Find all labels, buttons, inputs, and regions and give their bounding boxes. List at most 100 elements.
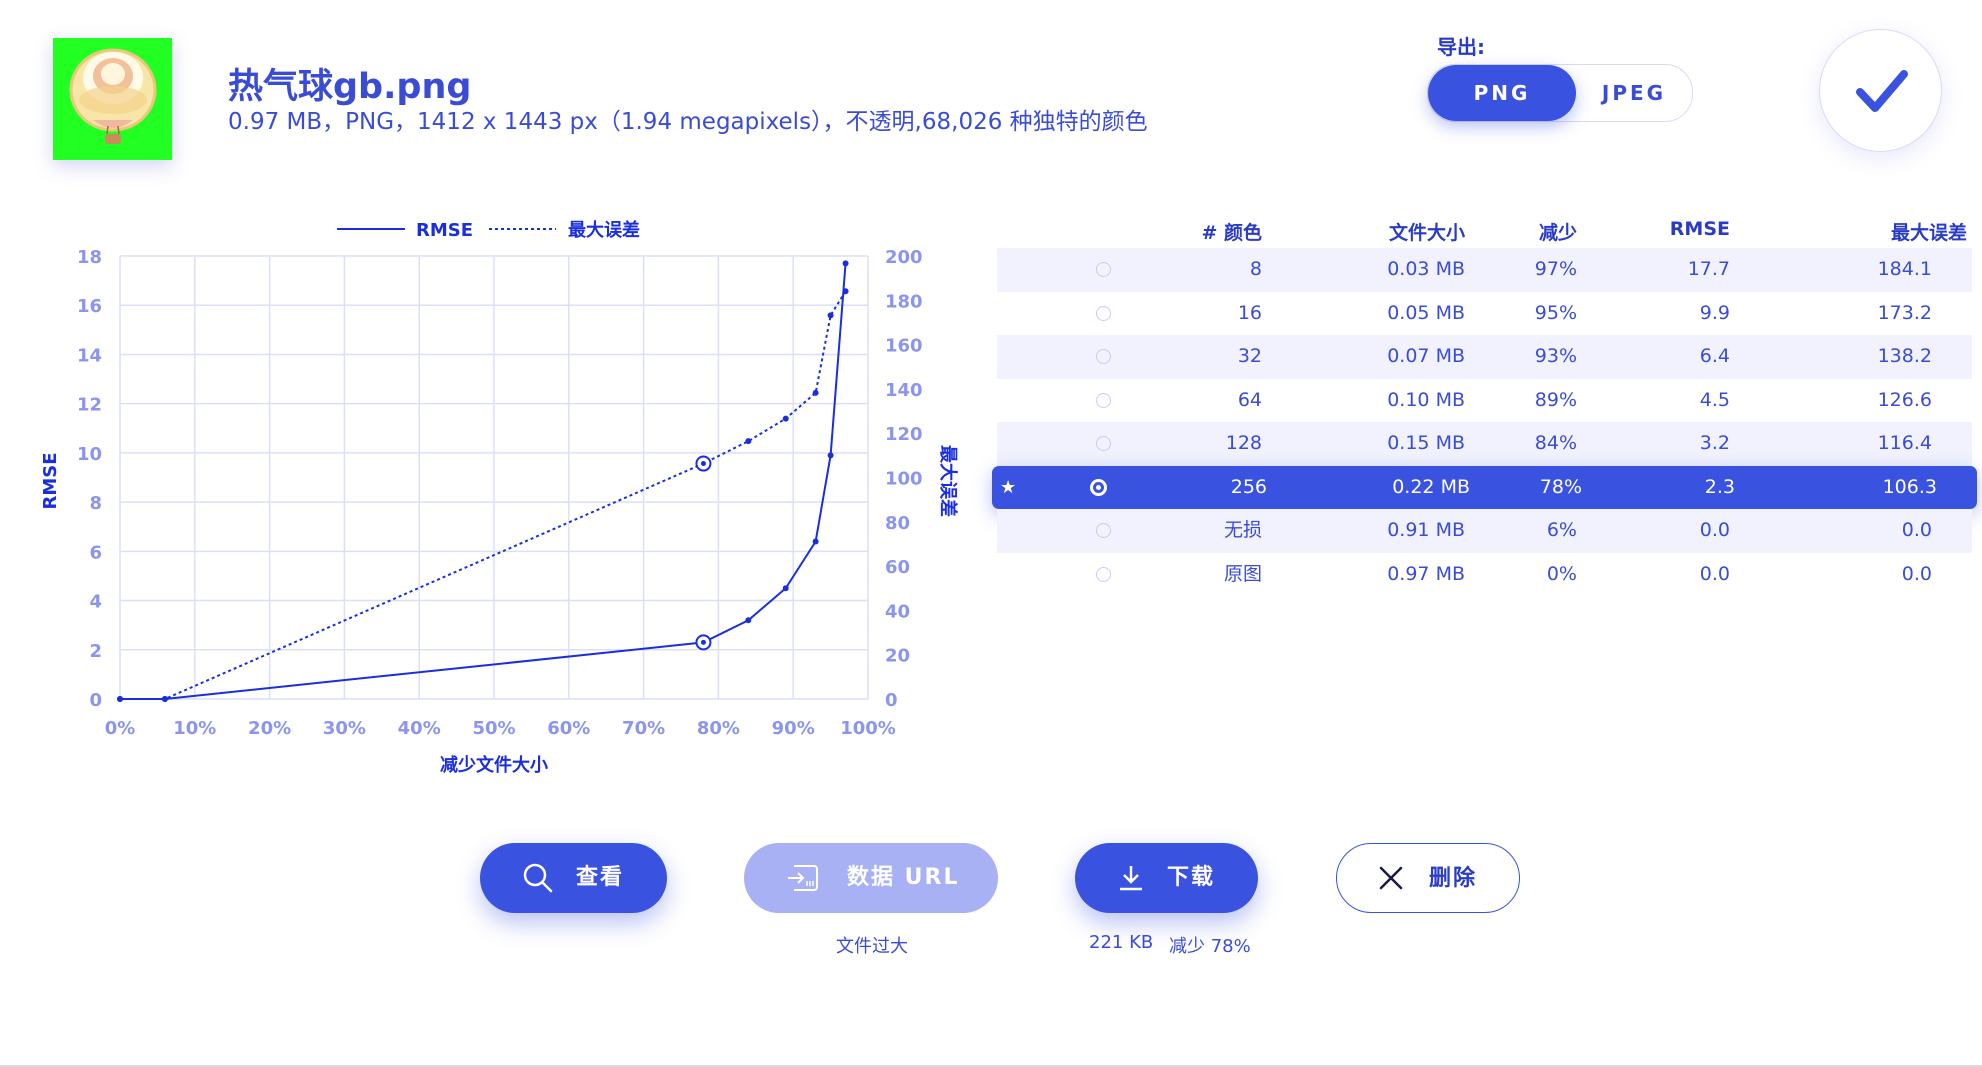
header-reduction: 减少 — [1538, 222, 1577, 244]
y2-tick-label: 20 — [885, 646, 910, 667]
series-line-max-error — [120, 290, 847, 700]
cell-file-size: 0.91 MB — [1387, 519, 1465, 541]
checkmark-icon — [1856, 70, 1908, 112]
import-icon — [788, 865, 818, 891]
y2-tick-label: 120 — [885, 424, 923, 445]
header-file-size: 文件大小 — [1388, 222, 1465, 244]
cell-rmse: 0.0 — [1699, 519, 1730, 541]
legend-rmse-label: RMSE — [416, 220, 473, 241]
data-point — [745, 438, 752, 445]
format-toggle: PNG JPEG — [1427, 64, 1693, 122]
x-tick-label: 30% — [323, 718, 366, 739]
highlight-point — [700, 461, 706, 467]
cell-rmse: 9.9 — [1699, 301, 1730, 324]
hot-air-balloon-image — [69, 48, 157, 144]
cell-file-size: 0.05 MB — [1387, 301, 1465, 324]
data-point — [117, 696, 123, 702]
delete-button[interactable]: 删除 — [1336, 843, 1520, 913]
table-row[interactable]: 8 0.03 MB 97% 17.7 184.1 — [997, 248, 1972, 292]
row-radio[interactable] — [1096, 566, 1111, 582]
row-radio[interactable] — [1096, 349, 1111, 364]
cell-reduction: 78% — [1539, 475, 1582, 498]
cell-reduction: 84% — [1534, 432, 1577, 454]
cell-file-size: 0.10 MB — [1387, 388, 1465, 411]
y2-axis-label: 最大误差 — [937, 445, 959, 517]
cell-max-error: 116.4 — [1877, 432, 1932, 454]
y2-tick-label: 60 — [885, 557, 910, 578]
y2-tick-label: 80 — [885, 513, 910, 534]
cell-max-error: 126.6 — [1877, 388, 1932, 411]
y-tick-label: 4 — [89, 592, 102, 613]
download-size-note: 221 KB — [1089, 932, 1154, 953]
palette-table: # 颜色 文件大小 减少 RMSE 最大误差 8 0.03 MB 97% 17.7 18… — [992, 210, 1977, 597]
cell-reduction: 97% — [1534, 258, 1577, 280]
cell-reduction: 6% — [1546, 519, 1577, 541]
row-radio[interactable] — [1096, 305, 1111, 321]
table-row[interactable]: 原图 0.97 MB 0% 0.0 0.0 — [997, 553, 1972, 597]
table-body: 8 0.03 MB 97% 17.7 184.1 16 0.05 MB 95% 9.9 173.2… — [992, 248, 1977, 597]
chart-ticks: 0% 10% 20% 30% 40% 50% 60% 70% 80% 90% 100% 0 2 4 6 8 10… — [77, 247, 923, 739]
x-tick-label: 70% — [622, 718, 665, 739]
cell-rmse: 0.0 — [1699, 562, 1730, 585]
cell-reduction: 93% — [1534, 345, 1577, 367]
y2-tick-label: 200 — [885, 247, 923, 268]
row-radio[interactable] — [1096, 523, 1111, 538]
close-icon — [1379, 866, 1403, 890]
export-label: 导出: — [1437, 35, 1485, 59]
x-tick-label: 80% — [697, 718, 740, 739]
header-max-error: 最大误差 — [1890, 222, 1967, 244]
x-tick-label: 60% — [547, 718, 590, 739]
confirm-button[interactable] — [1819, 29, 1942, 152]
table-row[interactable]: 64 0.10 MB 89% 4.5 126.6 — [997, 379, 1972, 423]
download-button[interactable]: 下载 — [1075, 843, 1258, 913]
header-rmse: RMSE — [1669, 218, 1730, 240]
x-tick-label: 90% — [772, 718, 815, 739]
format-jpeg-button[interactable]: JPEG — [1576, 65, 1692, 121]
y-tick-label: 6 — [89, 542, 102, 563]
view-label: 查看 — [576, 865, 625, 890]
cell-colors: 64 — [1237, 388, 1262, 411]
y-axis-label: RMSE — [40, 452, 61, 509]
y2-tick-label: 100 — [885, 469, 923, 490]
data-point — [812, 538, 819, 545]
y2-tick-label: 40 — [885, 601, 910, 622]
y-tick-label: 8 — [89, 493, 102, 514]
cell-max-error: 138.2 — [1877, 345, 1932, 367]
data-url-button[interactable]: 数据 URL — [744, 843, 998, 913]
view-button[interactable]: 查看 — [480, 843, 667, 913]
row-radio[interactable] — [1090, 478, 1107, 496]
data-url-note: 文件过大 — [836, 936, 908, 957]
y-tick-label: 18 — [77, 247, 102, 268]
y-tick-label: 0 — [89, 690, 102, 711]
cell-rmse: 4.5 — [1699, 388, 1730, 411]
series-line-rmse — [120, 263, 847, 700]
format-png-button[interactable]: PNG — [1428, 65, 1576, 121]
data-url-label: 数据 URL — [847, 865, 960, 890]
x-tick-label: 0% — [105, 718, 136, 739]
cell-file-size: 0.07 MB — [1387, 345, 1465, 367]
table-row[interactable]: ★ 256 0.22 MB 78% 2.3 106.3 — [992, 465, 1977, 509]
x-tick-label: 100% — [840, 718, 896, 739]
x-axis-label: 减少文件大小 — [440, 754, 548, 776]
cell-file-size: 0.97 MB — [1387, 562, 1465, 585]
table-row[interactable]: 128 0.15 MB 84% 3.2 116.4 — [997, 422, 1972, 466]
table-row[interactable]: 16 0.05 MB 95% 9.9 173.2 — [997, 292, 1972, 336]
x-tick-label: 40% — [398, 718, 441, 739]
cell-colors: 128 — [1225, 432, 1262, 454]
chart-legend: RMSE 最大误差 — [337, 219, 640, 241]
table-row[interactable]: 32 0.07 MB 93% 6.4 138.2 — [997, 335, 1972, 379]
cell-max-error: 173.2 — [1877, 301, 1932, 324]
cell-reduction: 89% — [1534, 388, 1577, 411]
row-radio[interactable] — [1096, 436, 1111, 451]
data-point — [812, 389, 819, 396]
cell-colors: 原图 — [1223, 562, 1262, 585]
y2-tick-label: 160 — [885, 336, 923, 357]
data-point — [782, 585, 789, 592]
delete-label: 删除 — [1429, 866, 1478, 891]
data-point — [745, 617, 752, 624]
header-colors: # 颜色 — [1201, 222, 1262, 244]
row-radio[interactable] — [1096, 262, 1111, 277]
table-row[interactable]: 无损 0.91 MB 6% 0.0 0.0 — [997, 509, 1972, 553]
row-radio[interactable] — [1096, 392, 1111, 408]
cell-reduction: 95% — [1534, 301, 1577, 324]
